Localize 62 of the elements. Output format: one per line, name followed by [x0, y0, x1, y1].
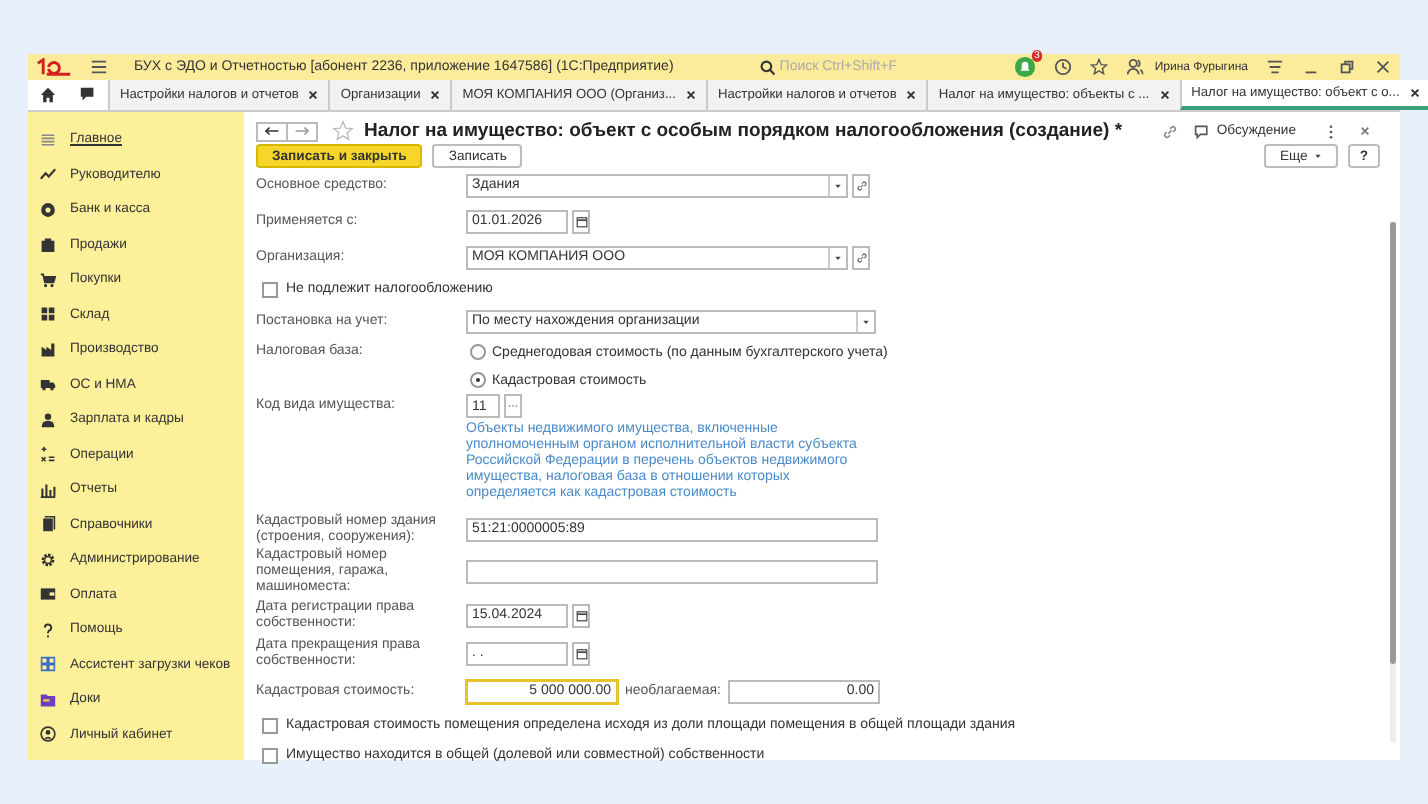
radio-button[interactable] [470, 372, 486, 388]
calendar-icon [575, 215, 587, 227]
close-icon[interactable] [1374, 58, 1392, 76]
forward-arrow-icon [294, 126, 310, 136]
tiles-icon [40, 656, 56, 673]
link-icon [855, 251, 867, 263]
checkbox[interactable] [262, 747, 278, 763]
logo-icon [36, 58, 72, 76]
menu-icon[interactable] [90, 58, 108, 76]
folder-icon [40, 691, 56, 708]
question-icon [40, 621, 56, 638]
star-icon[interactable] [332, 120, 354, 142]
bell-icon[interactable] [1014, 56, 1037, 78]
book-icon [40, 516, 56, 533]
restore-icon[interactable] [1338, 58, 1356, 76]
person-icon [40, 411, 56, 428]
close-icon[interactable] [685, 90, 696, 100]
calendar-button[interactable] [572, 209, 590, 233]
back-button[interactable] [256, 121, 288, 141]
coin-icon [40, 201, 56, 218]
user-icon [40, 726, 56, 743]
menu-icon [40, 131, 56, 148]
users-icon[interactable] [1126, 58, 1145, 76]
menu-icon[interactable] [1266, 58, 1284, 76]
checkbox[interactable] [262, 281, 278, 297]
chat-icon [1194, 123, 1211, 139]
calendar-icon [575, 609, 587, 621]
scrollbar[interactable] [1390, 222, 1396, 742]
close-icon[interactable] [308, 90, 319, 100]
factory-icon [40, 341, 56, 358]
history-icon[interactable] [1054, 58, 1073, 76]
checkbox[interactable] [262, 717, 278, 733]
truck-icon [40, 376, 56, 393]
gear-icon [40, 551, 56, 568]
wallet-icon [40, 586, 56, 603]
open-button[interactable] [852, 245, 870, 269]
caret-icon [834, 181, 842, 189]
radio-button[interactable] [470, 344, 486, 360]
close-icon[interactable] [1159, 90, 1170, 100]
search-icon [759, 59, 776, 75]
open-button[interactable] [852, 173, 870, 197]
close-icon[interactable] [1409, 88, 1420, 98]
grid-icon [40, 306, 56, 323]
bars-icon [40, 481, 56, 498]
link-icon[interactable] [1162, 123, 1179, 139]
text-field[interactable] [466, 560, 878, 584]
calendar-button[interactable] [572, 641, 590, 665]
star-icon[interactable] [1090, 58, 1109, 76]
cart-icon [40, 271, 56, 288]
caret-icon [862, 317, 870, 325]
calendar-icon [575, 647, 587, 659]
ops-icon [40, 446, 56, 463]
calendar-button[interactable] [572, 603, 590, 627]
bag-icon [40, 236, 56, 253]
form-title: Налог на имущество: объект с особым порядком налогообложения (создание) * [364, 120, 1125, 142]
close-icon[interactable] [906, 90, 917, 100]
link-icon [855, 179, 867, 191]
more-icon[interactable] [1328, 123, 1334, 139]
trend-icon [40, 166, 56, 183]
back-arrow-icon [264, 126, 280, 136]
caret-icon [834, 253, 842, 261]
close-icon[interactable] [430, 90, 441, 100]
